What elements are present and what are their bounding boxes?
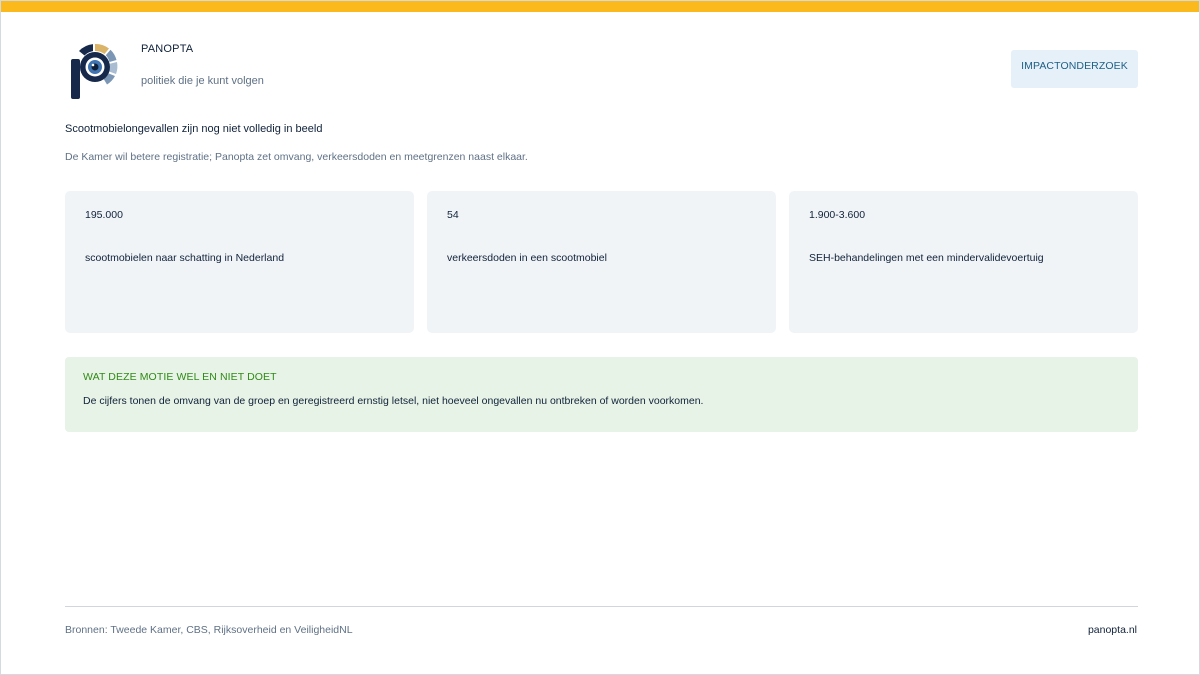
accent-top-bar <box>1 1 1199 12</box>
stat-label: scootmobielen naar schatting in Nederlan… <box>85 252 285 264</box>
stat-label: SEH-behandelingen met een mindervalidevo… <box>809 252 1044 264</box>
stat-card-traffic-deaths: 54 verkeersdoden in een scootmobiel <box>427 191 776 333</box>
stat-value: 1.900-3.600 <box>809 209 866 221</box>
page-title: Scootmobielongevallen zijn nog niet voll… <box>65 123 323 135</box>
stat-card-emergency-treatments: 1.900-3.600 SEH-behandelingen met een mi… <box>789 191 1138 333</box>
stat-value: 195.000 <box>85 209 123 221</box>
motion-note-box: WAT DEZE MOTIE WEL EN NIET DOET De cijfe… <box>65 357 1138 432</box>
footer-site-link[interactable]: panopta.nl <box>1088 624 1137 636</box>
motion-note-title: WAT DEZE MOTIE WEL EN NIET DOET <box>83 371 277 383</box>
page-subtitle: De Kamer wil betere registratie; Panopta… <box>65 151 528 163</box>
footer-sources: Bronnen: Tweede Kamer, CBS, Rijksoverhei… <box>65 624 353 636</box>
stat-value: 54 <box>447 209 459 221</box>
brand-name: PANOPTA <box>141 43 194 55</box>
page: PANOPTA politiek die je kunt volgen IMPA… <box>0 0 1200 675</box>
footer-divider <box>65 606 1138 607</box>
brand-tagline: politiek die je kunt volgen <box>141 75 264 87</box>
impact-research-button[interactable]: IMPACTONDERZOEK <box>1011 50 1138 88</box>
motion-note-text: De cijfers tonen de omvang van de groep … <box>83 395 704 407</box>
panopta-logo-icon[interactable] <box>65 39 125 103</box>
stat-card-mobility-scooters: 195.000 scootmobielen naar schatting in … <box>65 191 414 333</box>
stat-label: verkeersdoden in een scootmobiel <box>447 252 607 264</box>
